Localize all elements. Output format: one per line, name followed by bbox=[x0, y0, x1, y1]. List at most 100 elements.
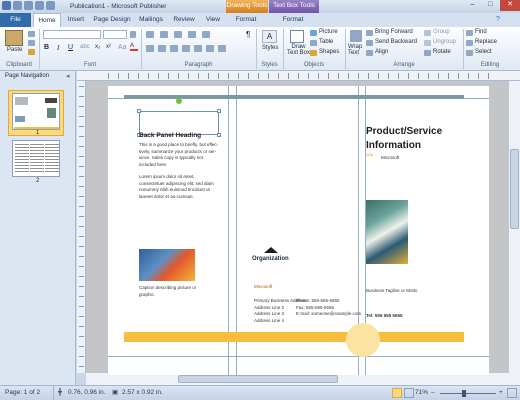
publication-page[interactable]: Back Panel Heading This is a good place … bbox=[108, 86, 489, 375]
character-spacing-icon[interactable]: Aa bbox=[118, 44, 127, 51]
columns-icon[interactable] bbox=[206, 45, 214, 52]
tab-file[interactable]: File bbox=[0, 13, 31, 27]
save-icon[interactable] bbox=[13, 1, 22, 10]
show-formatting-icon[interactable]: ¶ bbox=[246, 30, 250, 39]
tab-page-design[interactable]: Page Design bbox=[91, 13, 133, 27]
customize-toolbar-icon[interactable] bbox=[46, 1, 55, 10]
align-right-icon[interactable] bbox=[170, 45, 178, 52]
page-thumbnail-1[interactable] bbox=[12, 93, 60, 130]
tab-view[interactable]: View bbox=[201, 13, 225, 27]
zoom-in-icon[interactable]: + bbox=[499, 386, 503, 400]
redo-icon[interactable] bbox=[35, 1, 44, 10]
tab-home[interactable]: Home bbox=[33, 13, 61, 28]
cover-picture[interactable] bbox=[366, 200, 408, 264]
strikethrough-icon[interactable]: abc bbox=[80, 44, 90, 50]
picture-button[interactable]: Picture bbox=[319, 29, 338, 35]
back-panel-body-2[interactable]: Lorem ipsum dolor sit amet, consectetuer… bbox=[139, 174, 219, 200]
bold-icon[interactable]: B bbox=[44, 44, 49, 51]
cover-title-line-1[interactable]: Product/Service bbox=[366, 126, 442, 137]
font-name-combo[interactable] bbox=[43, 30, 101, 39]
wrap-text-button[interactable]: Wrap Text bbox=[348, 44, 362, 56]
back-panel-heading[interactable]: Back Panel Heading bbox=[139, 132, 201, 139]
tab-format-drawing[interactable]: Format bbox=[230, 13, 262, 27]
subscript-icon[interactable]: x₂ bbox=[95, 44, 100, 50]
vertical-scrollbar[interactable] bbox=[509, 81, 520, 373]
superscript-icon[interactable]: x² bbox=[106, 44, 111, 50]
align-left-icon[interactable] bbox=[146, 45, 154, 52]
zoom-out-icon[interactable]: – bbox=[431, 386, 435, 400]
table-button[interactable]: Table bbox=[319, 39, 333, 45]
minimize-button[interactable]: – bbox=[464, 0, 481, 11]
back-panel-body-1[interactable]: This is a good place to briefly, but eff… bbox=[139, 142, 219, 168]
picture-caption[interactable]: Caption describing picture or graphic. bbox=[139, 285, 205, 298]
resize-handle[interactable] bbox=[217, 133, 221, 137]
group-button[interactable]: Group bbox=[433, 29, 450, 35]
single-page-view-icon[interactable] bbox=[392, 388, 402, 398]
zoom-level[interactable]: 71% bbox=[415, 386, 428, 400]
contact-block[interactable]: Phone: 555-555-5555 Fax: 555-555-5555 E-… bbox=[296, 298, 361, 318]
resize-handle[interactable] bbox=[217, 109, 221, 113]
send-backward-button[interactable]: Send Backward bbox=[375, 39, 417, 45]
horizontal-scroll-thumb[interactable] bbox=[178, 375, 338, 383]
resize-handle[interactable] bbox=[137, 109, 141, 113]
justify-icon[interactable] bbox=[182, 45, 190, 52]
middle-panel-company[interactable]: Microsoft bbox=[254, 284, 272, 291]
align-center-icon[interactable] bbox=[158, 45, 166, 52]
styles-icon[interactable]: A bbox=[262, 30, 277, 43]
cover-title-line-2[interactable]: Information bbox=[366, 140, 421, 151]
font-size-combo[interactable] bbox=[103, 30, 127, 39]
two-page-view-icon[interactable] bbox=[404, 388, 414, 398]
italic-icon[interactable]: I bbox=[57, 44, 59, 52]
vertical-scroll-thumb[interactable] bbox=[510, 149, 519, 229]
close-button[interactable]: ✕ bbox=[500, 0, 520, 11]
line-spacing-icon[interactable] bbox=[202, 31, 210, 38]
zoom-slider-thumb[interactable] bbox=[462, 390, 466, 397]
business-tagline[interactable]: Business Tagline or Motto bbox=[366, 288, 417, 295]
decrease-indent-icon[interactable] bbox=[174, 31, 182, 38]
maximize-button[interactable]: □ bbox=[482, 0, 499, 11]
collapse-pane-icon[interactable]: ◂ bbox=[66, 72, 70, 80]
page-thumbnail-2[interactable] bbox=[12, 140, 60, 177]
styles-button[interactable]: Styles bbox=[262, 45, 278, 51]
paste-icon[interactable] bbox=[5, 30, 23, 46]
draw-text-box-button[interactable]: Draw Text Box bbox=[287, 44, 310, 56]
distribute-icon[interactable] bbox=[194, 45, 202, 52]
wrap-text-icon[interactable] bbox=[350, 30, 362, 42]
replace-button[interactable]: Replace bbox=[475, 39, 497, 45]
align-button[interactable]: Align bbox=[375, 49, 388, 55]
font-color-icon[interactable]: A bbox=[130, 43, 138, 51]
tab-review[interactable]: Review bbox=[170, 13, 198, 27]
copy-icon[interactable] bbox=[28, 40, 35, 46]
grow-font-icon[interactable] bbox=[130, 31, 136, 38]
increase-indent-icon[interactable] bbox=[188, 31, 196, 38]
draw-text-box-icon[interactable] bbox=[290, 30, 304, 43]
tab-insert[interactable]: Insert bbox=[64, 13, 88, 27]
tab-format-textbox[interactable]: Format bbox=[275, 13, 311, 27]
organization-logo[interactable] bbox=[264, 247, 278, 253]
back-panel-picture[interactable] bbox=[139, 249, 195, 281]
undo-icon[interactable] bbox=[24, 1, 33, 10]
ungroup-button[interactable]: Ungroup bbox=[433, 39, 456, 45]
bullets-icon[interactable] bbox=[146, 31, 154, 38]
paragraph-spacing-icon[interactable] bbox=[218, 45, 226, 52]
underline-icon[interactable]: U bbox=[68, 44, 73, 51]
shapes-button[interactable]: Shapes bbox=[319, 49, 339, 55]
format-painter-icon[interactable] bbox=[28, 49, 35, 55]
page-indicator[interactable]: Page: 1 of 2 bbox=[5, 386, 40, 400]
find-button[interactable]: Find bbox=[475, 29, 487, 35]
fit-page-icon[interactable] bbox=[507, 388, 517, 398]
bring-forward-button[interactable]: Bring Forward bbox=[375, 29, 413, 35]
rotate-button[interactable]: Rotate bbox=[433, 49, 451, 55]
cover-phone[interactable]: Tel: 555 555 5555 bbox=[366, 313, 402, 320]
paste-button[interactable]: Paste bbox=[7, 47, 22, 53]
ruler-ticks bbox=[79, 86, 84, 371]
zoom-slider[interactable] bbox=[440, 393, 496, 394]
organization-name[interactable]: Organization bbox=[252, 256, 289, 262]
tab-mailings[interactable]: Mailings bbox=[136, 13, 166, 27]
rotation-handle[interactable] bbox=[176, 98, 182, 104]
help-icon[interactable]: ? bbox=[496, 16, 500, 23]
select-button[interactable]: Select bbox=[475, 49, 492, 55]
numbering-icon[interactable] bbox=[160, 31, 168, 38]
cut-icon[interactable] bbox=[28, 31, 35, 37]
cover-company[interactable]: Microsoft bbox=[381, 155, 399, 162]
